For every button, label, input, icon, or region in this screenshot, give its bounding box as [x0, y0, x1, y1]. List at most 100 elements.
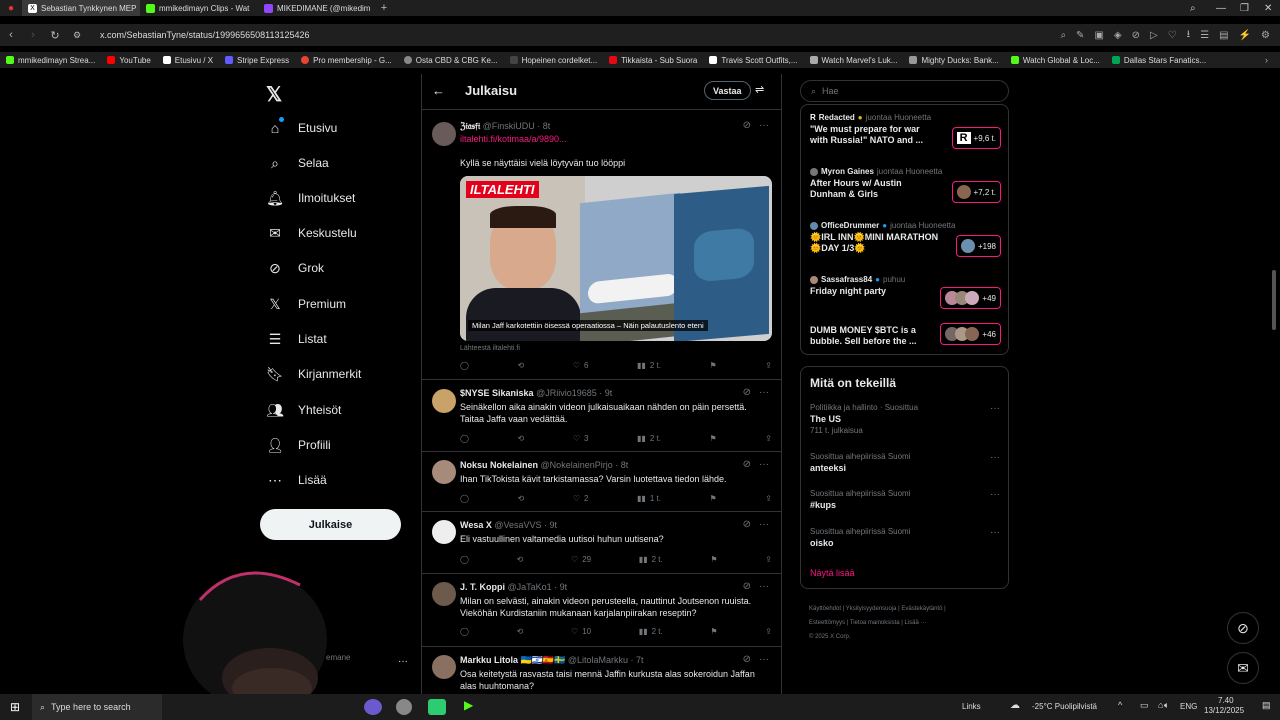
share-icon[interactable]: ⇪	[765, 434, 772, 443]
grok-icon[interactable]: ⊘	[743, 654, 751, 665]
screenshot-icon[interactable]: ▣	[1094, 30, 1103, 41]
more-icon[interactable]: ···	[990, 489, 1000, 500]
bookmark-item[interactable]: Hopeinen cordelket...	[509, 56, 597, 65]
link-source[interactable]: Lähteestä iltalehti.fi	[460, 343, 770, 355]
post-link[interactable]: iltalehti.fi/kotimaa/a/9890...	[460, 133, 770, 145]
like-button[interactable]: ♡ 29	[571, 555, 591, 564]
links-toolbar[interactable]: Links	[962, 702, 981, 711]
avatar[interactable]	[432, 460, 456, 484]
nav-item-messages[interactable]: ✉ Keskustelu	[266, 223, 357, 243]
x-logo-icon[interactable]: 𝕏	[266, 82, 282, 107]
settings-icon[interactable]: ⚙	[1261, 30, 1270, 41]
repost-icon[interactable]: ⟲	[518, 494, 525, 503]
avatar[interactable]	[432, 122, 456, 146]
messages-fab-button[interactable]: ✉	[1227, 652, 1259, 684]
reply-icon[interactable]: ◯	[460, 494, 469, 503]
share-icon[interactable]: ⇪	[765, 494, 772, 503]
footer-line[interactable]: Käyttöehdot | Yksityisyydensuoja | Eväst…	[809, 602, 1009, 616]
close-icon[interactable]: ✕	[1264, 0, 1272, 16]
bookmark-icon[interactable]: ⚑	[710, 494, 717, 503]
views-button[interactable]: ▮▮ 2 t.	[639, 555, 663, 564]
listener-pill[interactable]: R +9,6 t.	[951, 127, 1001, 149]
post-author[interactable]: ℨ𝔦𝔞𝔰𝔣𝔦 @FinskiUDU · 8t	[460, 121, 550, 132]
nav-item-bookmarks[interactable]: 🔖︎ Kirjanmerkit	[266, 364, 361, 384]
post-author[interactable]: $NYSE Sikaniska @JRiivio19685 · 9t	[460, 388, 612, 398]
minimize-icon[interactable]: —	[1216, 0, 1226, 16]
listener-pill[interactable]: +49	[940, 287, 1001, 309]
views-button[interactable]: ▮▮ 1 t.	[637, 494, 661, 503]
link-card-image[interactable]: ILTALEHTI Milan Jaff karkotettiin öisess…	[460, 176, 772, 341]
nav-item-communities[interactable]: 👥︎ Yhteisöt	[266, 400, 341, 420]
like-button[interactable]: ♡ 2	[573, 494, 589, 503]
bookmark-item[interactable]: Watch Global & Loc...	[1010, 56, 1100, 65]
tray-chevron-icon[interactable]: ^	[1118, 700, 1122, 710]
bookmark-item[interactable]: Watch Marvel's Luk...	[809, 56, 897, 65]
listener-pill[interactable]: +46	[940, 323, 1001, 345]
nav-item-home[interactable]: ⌂ Etusivu	[266, 117, 337, 138]
repost-icon[interactable]: ⟲	[518, 361, 525, 370]
menu-icon[interactable]: ☰	[1200, 30, 1209, 41]
forward-icon[interactable]: ›	[22, 29, 44, 41]
bookmark-item[interactable]: Mighty Ducks: Bank...	[909, 56, 999, 65]
avatar[interactable]	[432, 655, 456, 679]
more-icon[interactable]: ···	[990, 452, 1000, 463]
post-author[interactable]: Markku Litola 🇺🇦🇮🇱🇪🇸🇸🇪 @LitolaMarkku · 7…	[460, 655, 644, 666]
nav-item-lists[interactable]: ☰ Listat	[266, 329, 327, 349]
like-button[interactable]: ♡ 10	[571, 627, 591, 636]
kick-icon[interactable]: ▶	[464, 698, 473, 712]
search-input[interactable]: ⌕ Hae	[800, 80, 1009, 102]
account-more-icon[interactable]: ···	[398, 656, 408, 667]
back-arrow-icon[interactable]: ←	[432, 83, 445, 98]
grok-icon[interactable]: ⊘	[743, 581, 751, 592]
clock-time[interactable]: 7.40	[1218, 696, 1234, 705]
trend-item[interactable]: Suosittua aihepiirissä Suomi #kups ···	[810, 489, 1000, 510]
more-icon[interactable]: ···	[990, 403, 1000, 414]
nav-item-premium[interactable]: 𝕏 Premium	[266, 294, 346, 314]
new-tab-icon[interactable]: +	[376, 2, 392, 14]
avatar[interactable]	[432, 389, 456, 413]
like-button[interactable]: ♡ 3	[573, 434, 589, 443]
browser-tab[interactable]: mmikedimayn Clips - Wat	[140, 0, 258, 16]
post[interactable]: Markku Litola 🇺🇦🇮🇱🇪🇸🇸🇪 @LitolaMarkku · 7…	[422, 647, 781, 694]
more-icon[interactable]: ···	[759, 459, 769, 470]
avatar[interactable]	[432, 582, 456, 606]
bookmark-item[interactable]: Dallas Stars Fanatics...	[1111, 56, 1206, 65]
share-icon[interactable]: ⇪	[765, 361, 772, 370]
reply-button[interactable]: Vastaa	[704, 81, 751, 100]
obs-icon[interactable]	[428, 699, 446, 715]
post-author[interactable]: J. T. Koppi @JaTaKo1 · 9t	[460, 582, 567, 592]
trend-item[interactable]: Suosittua aihepiirissä Suomi oisko ···	[810, 527, 1000, 548]
nav-item-explore[interactable]: ⌕ Selaa	[266, 153, 329, 173]
windows-start-icon[interactable]: ⊞	[10, 700, 20, 714]
nav-item-notifications[interactable]: 🔔︎ Ilmoitukset	[266, 188, 355, 208]
reload-icon[interactable]: ↻	[44, 29, 66, 42]
share-icon[interactable]: ⇪	[765, 627, 772, 636]
more-icon[interactable]: ···	[759, 519, 769, 530]
grok-icon[interactable]: ⊘	[743, 459, 751, 470]
site-info-icon[interactable]: ⚙	[66, 30, 88, 41]
reply-icon[interactable]: ◯	[460, 555, 469, 564]
bookmark-item[interactable]: Osta CBD & CBG Ke...	[403, 56, 498, 65]
post-author[interactable]: Wesa X @VesaVVS · 9t	[460, 520, 557, 530]
reply-icon[interactable]: ◯	[460, 434, 469, 443]
clock-date[interactable]: 13/12/2025	[1204, 706, 1244, 715]
repost-icon[interactable]: ⟲	[517, 627, 524, 636]
more-icon[interactable]: ···	[759, 654, 769, 665]
bookmark-icon[interactable]: ⚑	[710, 627, 717, 636]
browser-tab[interactable]: MIKEDIMANE (@mikedim	[258, 0, 376, 16]
post[interactable]: $NYSE Sikaniska @JRiivio19685 · 9t ⊘ ··· …	[422, 380, 781, 452]
listener-pill[interactable]: +7,2 t.	[951, 181, 1001, 203]
bookmark-item[interactable]: Pro membership - G...	[301, 56, 392, 65]
browser-tab[interactable]: X Sebastian Tynkkynen MEP	[22, 0, 140, 16]
grok-icon[interactable]: ⊘	[743, 120, 751, 131]
bookmark-icon[interactable]: ⚑	[710, 555, 717, 564]
search-icon[interactable]: ⌕	[1060, 30, 1066, 41]
more-icon[interactable]: ···	[990, 527, 1000, 538]
post[interactable]: Noksu Nokelainen @NokelainenPirjo · 8t ⊘…	[422, 452, 781, 512]
nav-item-more[interactable]: ⋯ Lisää	[266, 470, 327, 490]
more-icon[interactable]: ···	[759, 387, 769, 398]
bookmark-icon[interactable]: ⚑	[710, 434, 717, 443]
bookmark-item[interactable]: mmikedimayn Strea...	[6, 56, 95, 65]
more-icon[interactable]: ···	[759, 581, 769, 592]
post[interactable]: ℨ𝔦𝔞𝔰𝔣𝔦 @FinskiUDU · 8t ⊘ ··· iltalehti.fi…	[422, 112, 781, 380]
